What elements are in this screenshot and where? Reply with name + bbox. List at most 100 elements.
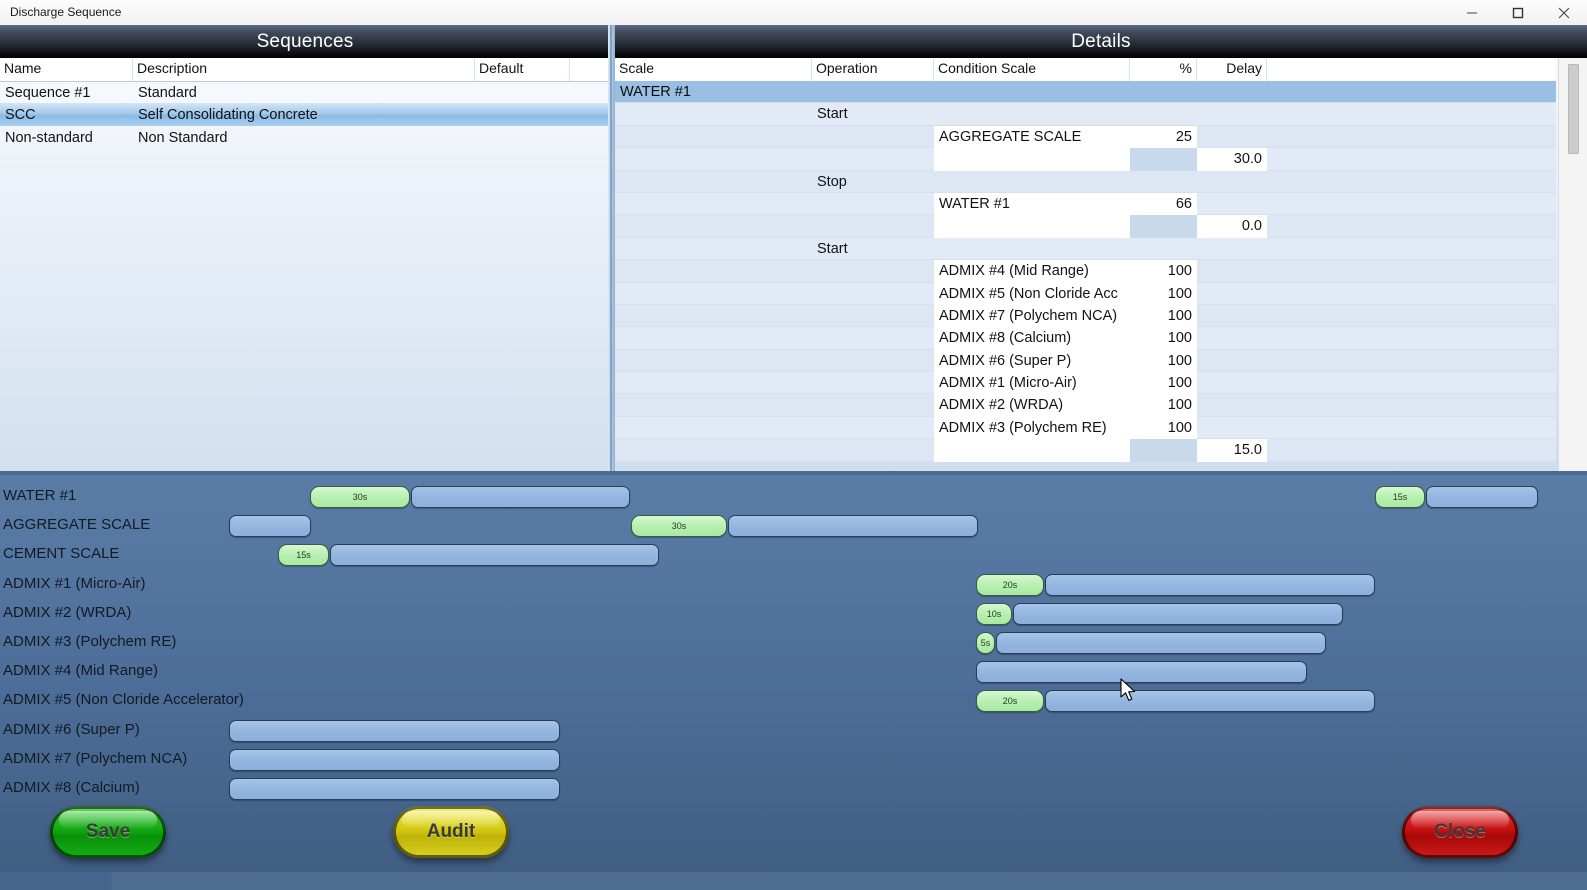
sequences-column-header[interactable]: Name <box>0 58 133 81</box>
timeline-row[interactable]: ADMIX #7 (Polychem NCA) <box>0 746 1587 775</box>
sequences-column-header[interactable] <box>570 58 610 81</box>
details-row[interactable]: ADMIX #6 (Super P)100 <box>615 350 1556 372</box>
sequences-column-header[interactable]: Description <box>133 58 475 81</box>
details-row[interactable]: ADMIX #1 (Micro-Air)100 <box>615 372 1556 394</box>
details-cell <box>1130 81 1197 103</box>
sequences-column-headers: NameDescriptionDefault <box>0 58 610 82</box>
scrollbar-thumb[interactable] <box>1568 64 1579 154</box>
timeline-row[interactable]: ADMIX #3 (Polychem RE)5s <box>0 629 1587 658</box>
timeline-duration-bar[interactable] <box>976 661 1307 683</box>
details-cell: Start <box>812 103 934 125</box>
timeline-duration-bar[interactable] <box>996 632 1326 654</box>
timeline-row[interactable]: CEMENT SCALE15s <box>0 541 1587 570</box>
details-row[interactable]: ADMIX #8 (Calcium)100 <box>615 327 1556 349</box>
timeline-delay-chip[interactable]: 30s <box>310 486 410 508</box>
timeline-delay-chip[interactable]: 30s <box>631 515 727 537</box>
details-row[interactable]: 15.0 <box>615 439 1556 461</box>
details-cell <box>934 439 1130 461</box>
details-cell <box>615 417 812 439</box>
details-row[interactable]: Stop <box>615 171 1556 193</box>
details-cell <box>812 350 934 372</box>
details-cell <box>934 238 1130 260</box>
timeline-row[interactable]: WATER #130s15s <box>0 483 1587 512</box>
timeline-row-label: ADMIX #7 (Polychem NCA) <box>3 750 187 767</box>
minimize-icon[interactable] <box>1449 0 1495 25</box>
sequence-row[interactable]: SCCSelf Consolidating Concrete <box>0 103 610 125</box>
details-row[interactable]: Start <box>615 238 1556 260</box>
details-cell: ADMIX #1 (Micro-Air) <box>934 372 1130 394</box>
sequences-row-list: Sequence #1StandardSCCSelf Consolidating… <box>0 81 610 148</box>
audit-button[interactable]: Audit <box>393 806 509 858</box>
timeline-duration-bar[interactable] <box>728 515 978 537</box>
details-row[interactable]: ADMIX #4 (Mid Range)100 <box>615 260 1556 282</box>
details-cell: ADMIX #7 (Polychem NCA) <box>934 305 1130 327</box>
details-row[interactable]: ADMIX #7 (Polychem NCA)100 <box>615 305 1556 327</box>
details-row[interactable]: ADMIX #2 (WRDA)100 <box>615 394 1556 416</box>
timeline-row[interactable]: ADMIX #8 (Calcium) <box>0 775 1587 804</box>
timeline-duration-bar[interactable] <box>229 749 560 771</box>
sequence-row[interactable]: Non-standardNon Standard <box>0 126 610 148</box>
details-row[interactable]: ADMIX #3 (Polychem RE)100 <box>615 417 1556 439</box>
sequence-row[interactable]: Sequence #1Standard <box>0 81 610 103</box>
details-cell <box>1267 260 1556 282</box>
timeline-duration-bar[interactable] <box>229 778 560 800</box>
timeline-delay-chip[interactable]: 5s <box>976 632 995 654</box>
details-row[interactable]: Start <box>615 103 1556 125</box>
timeline-delay-chip[interactable]: 20s <box>976 690 1044 712</box>
details-row[interactable]: ADMIX #5 (Non Cloride Acc100 <box>615 283 1556 305</box>
details-column-header[interactable]: % <box>1130 58 1197 81</box>
window-controls <box>1449 0 1587 25</box>
timeline-duration-bar[interactable] <box>1426 486 1538 508</box>
timeline-row[interactable]: ADMIX #6 (Super P) <box>0 717 1587 746</box>
sequence-cell: Standard <box>133 81 475 103</box>
sequences-column-header[interactable]: Default <box>475 58 570 81</box>
details-row[interactable]: WATER #166 <box>615 193 1556 215</box>
close-button[interactable]: Close <box>1402 806 1518 858</box>
details-vertical-scrollbar[interactable] <box>1558 58 1587 471</box>
maximize-icon[interactable] <box>1495 0 1541 25</box>
details-row[interactable]: WATER #1 <box>615 81 1556 103</box>
details-column-header[interactable]: Operation <box>812 58 934 81</box>
details-cell <box>1267 126 1556 148</box>
details-cell <box>615 260 812 282</box>
panel-splitter[interactable] <box>608 25 615 471</box>
save-button[interactable]: Save <box>50 806 166 858</box>
details-cell <box>1130 103 1197 125</box>
details-column-header[interactable]: Condition Scale <box>934 58 1130 81</box>
details-column-header[interactable]: Delay <box>1197 58 1267 81</box>
timeline-duration-bar[interactable] <box>330 544 659 566</box>
timeline-duration-bar[interactable] <box>1045 574 1375 596</box>
details-cell <box>1267 171 1556 193</box>
timeline-row[interactable]: AGGREGATE SCALE30s <box>0 512 1587 541</box>
details-cell: ADMIX #8 (Calcium) <box>934 327 1130 349</box>
sequence-cell <box>475 126 570 148</box>
timeline-row[interactable]: ADMIX #5 (Non Cloride Accelerator)20s <box>0 687 1587 716</box>
details-cell: ADMIX #2 (WRDA) <box>934 394 1130 416</box>
details-cell: ADMIX #5 (Non Cloride Acc <box>934 283 1130 305</box>
details-cell <box>1267 417 1556 439</box>
details-cell <box>1197 193 1267 215</box>
timeline-duration-bar[interactable] <box>229 720 560 742</box>
details-cell <box>812 260 934 282</box>
discharge-sequence-window: Discharge Sequence Sequences NameDescrip… <box>0 0 1587 890</box>
details-row[interactable]: 0.0 <box>615 215 1556 237</box>
timeline-duration-bar[interactable] <box>411 486 630 508</box>
details-row[interactable]: 30.0 <box>615 148 1556 170</box>
timeline-row[interactable]: ADMIX #2 (WRDA)10s <box>0 600 1587 629</box>
timeline-row[interactable]: ADMIX #4 (Mid Range) <box>0 658 1587 687</box>
timeline-duration-bar[interactable] <box>229 515 311 537</box>
details-cell <box>1197 260 1267 282</box>
details-row[interactable]: AGGREGATE SCALE25 <box>615 126 1556 148</box>
timeline-delay-chip[interactable]: 15s <box>278 544 329 566</box>
details-cell: 100 <box>1130 394 1197 416</box>
timeline-delay-chip[interactable]: 10s <box>976 603 1012 625</box>
details-column-header[interactable]: Scale <box>615 58 812 81</box>
timeline-delay-chip[interactable]: 15s <box>1375 486 1425 508</box>
close-icon[interactable] <box>1541 0 1587 25</box>
timeline-delay-chip[interactable]: 20s <box>976 574 1044 596</box>
timeline-row[interactable]: ADMIX #1 (Micro-Air)20s <box>0 571 1587 600</box>
sequence-cell <box>475 103 570 125</box>
details-panel-header: Details <box>615 25 1587 58</box>
timeline-duration-bar[interactable] <box>1013 603 1343 625</box>
timeline-duration-bar[interactable] <box>1045 690 1375 712</box>
